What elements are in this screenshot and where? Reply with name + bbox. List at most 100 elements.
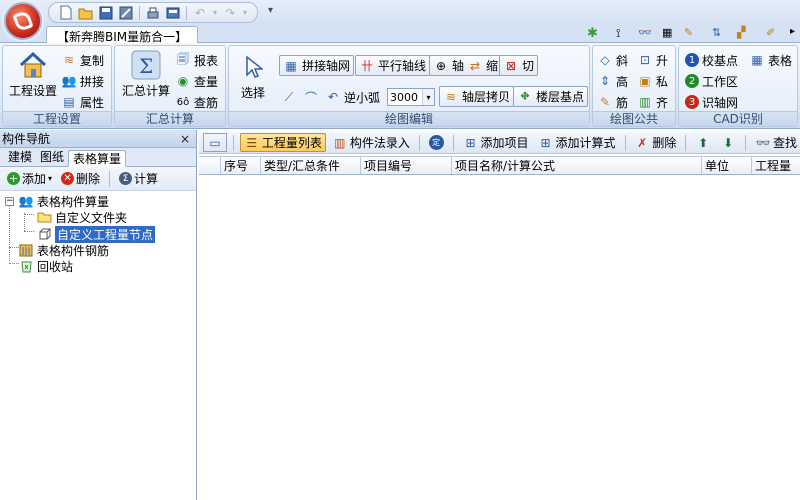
group-label: 绘图公共: [593, 111, 675, 126]
notes-icon[interactable]: ✎: [684, 26, 693, 39]
badge-3-icon: 3: [685, 95, 699, 109]
tree-node-table-components[interactable]: 👥 表格构件算量: [18, 193, 110, 209]
axis-button[interactable]: ⊕ 轴 ⇄ 缩: [429, 55, 503, 76]
window-icon: ▭: [209, 135, 221, 150]
group-label: 绘图编辑: [229, 111, 589, 126]
house-icon: [17, 50, 49, 80]
report-button[interactable]: 🗐 报表: [175, 50, 218, 70]
component-method-button[interactable]: ▥ 构件法录入: [329, 133, 413, 152]
tree-node-custom-folder[interactable]: 自定义文件夹: [36, 209, 127, 225]
quantity-grid-body[interactable]: [199, 175, 800, 500]
raise-button[interactable]: ⊡ 升: [637, 50, 668, 70]
ribbon-tab-main[interactable]: 【新奔腾BIM量筋合一】: [46, 26, 199, 44]
move-up-button[interactable]: ⬆: [692, 133, 714, 152]
cut-button[interactable]: ⊠ 切: [499, 55, 539, 76]
add-button[interactable]: + 添加 ▾: [4, 169, 55, 188]
column-header[interactable]: 项目编号: [361, 157, 452, 174]
tab-modeling[interactable]: 建模: [4, 149, 36, 166]
delete-button[interactable]: ✕ 删除: [58, 169, 103, 188]
main-delete-button[interactable]: ✗ 删除: [631, 133, 679, 152]
calculate-button[interactable]: Σ 计算: [116, 169, 161, 188]
tree-node-custom-quantity[interactable]: 自定义工程量节点: [36, 225, 156, 243]
scroll-right-icon[interactable]: ▸: [790, 26, 795, 37]
nav-toolbar: + 添加 ▾ ✕ 删除 Σ 计算: [0, 167, 196, 191]
column-header[interactable]: 项目名称/计算公式: [452, 157, 702, 174]
rebar-icon: ✎: [599, 95, 611, 109]
undo-icon[interactable]: ↶: [191, 4, 209, 21]
splice-button[interactable]: 👥 拼接: [61, 71, 105, 91]
brush-icon[interactable]: ✐: [766, 26, 775, 39]
collapse-toggle[interactable]: −: [5, 197, 14, 206]
check-quantity-icon: ◉: [177, 74, 189, 88]
plugin-icon[interactable]: ✱: [587, 26, 598, 41]
align-button[interactable]: ▥ 齐: [637, 92, 668, 112]
calendar-icon[interactable]: ▦: [662, 26, 672, 39]
save-as-icon[interactable]: [117, 4, 135, 21]
folder-icon: [36, 209, 52, 225]
arc-tool-button[interactable]: ⌒: [303, 87, 319, 107]
slope-button[interactable]: ◇ 斜: [597, 50, 628, 70]
chevron-down-icon[interactable]: ▾: [422, 89, 434, 105]
move-down-button[interactable]: ⬇: [717, 133, 739, 152]
engineering-settings-button[interactable]: 工程设置: [7, 50, 59, 99]
quantity-list-button[interactable]: ☰ 工程量列表: [239, 133, 326, 152]
recognize-axis-button[interactable]: 3 识轴网: [685, 92, 738, 112]
find-button[interactable]: 👓 查找: [752, 133, 800, 152]
work-area-button[interactable]: 2 工作区: [685, 71, 738, 91]
grid-icon[interactable]: ▞: [737, 26, 745, 39]
export-icon[interactable]: [164, 4, 182, 21]
properties-button[interactable]: ▤ 属性: [61, 92, 104, 112]
save-icon[interactable]: [97, 4, 115, 21]
table-button[interactable]: ▦ 表格: [749, 50, 792, 70]
check-quantity-button[interactable]: ◉ 查量: [175, 71, 218, 91]
redo-dropdown-icon[interactable]: ▾: [241, 4, 249, 21]
open-folder-icon[interactable]: [77, 4, 95, 21]
rebar-book-icon: [18, 242, 34, 258]
new-file-icon[interactable]: [57, 4, 75, 21]
tree-node-table-rebar[interactable]: 表格构件钢筋: [18, 242, 109, 258]
shrink-icon: ⇄: [469, 58, 481, 73]
rebar-button[interactable]: ✎ 筋: [597, 92, 628, 112]
close-icon[interactable]: ×: [180, 132, 190, 146]
add-formula-button[interactable]: ⊞ 添加计算式: [534, 133, 618, 152]
select-button[interactable]: 选择: [233, 52, 273, 101]
chevron-down-icon[interactable]: ▾: [48, 174, 52, 183]
column-header[interactable]: 序号: [221, 157, 261, 174]
column-header[interactable]: 工程量: [752, 157, 800, 174]
check-rebar-button[interactable]: 6ô 查筋: [175, 92, 218, 112]
add-item-button[interactable]: ⊞ 添加项目: [459, 133, 531, 152]
calibrate-base-point-button[interactable]: 1 校基点: [685, 50, 738, 70]
application-menu-button[interactable]: [4, 2, 42, 40]
quota-icon-button[interactable]: 定: [426, 133, 447, 152]
layout-icon[interactable]: ⇅: [712, 26, 721, 39]
nav-header: 构件导航 ×: [0, 130, 196, 148]
binoculars-icon[interactable]: 👓: [638, 26, 652, 39]
parallel-axis-button[interactable]: 卄 平行轴线: [355, 55, 431, 76]
summary-calc-button[interactable]: Σ 汇总计算: [117, 50, 175, 99]
column-header[interactable]: 单位: [702, 157, 752, 174]
copy-button[interactable]: ≋ 复制: [61, 50, 104, 70]
floor-base-point-button[interactable]: ⛖ 楼层基点: [513, 86, 589, 107]
arc-radius-combo[interactable]: 3000 ▾: [387, 88, 435, 106]
component-navigation-panel: 构件导航 × 建模 图纸 表格算量 + 添加 ▾ ✕ 删除 Σ 计算 − 👥 表…: [0, 130, 197, 500]
tab-table-quantity[interactable]: 表格算量: [68, 150, 127, 167]
height-button[interactable]: ⇕ 高: [597, 71, 628, 91]
private-button[interactable]: ▣ 私: [637, 71, 668, 91]
cursor-icon: [237, 52, 269, 82]
axis-layer-copy-button[interactable]: ≋ 轴层拷贝: [439, 86, 515, 107]
tab-drawings[interactable]: 图纸: [36, 149, 68, 166]
ribbon-tab-row: 【新奔腾BIM量筋合一】 ✱ ⟟ 👓 ▦ ✎ ⇅ ▞ ✐ ▸: [0, 26, 800, 44]
ruler-icon[interactable]: ⟟: [616, 26, 620, 41]
view-toggle-button[interactable]: ▭: [203, 133, 227, 152]
customize-qat-icon[interactable]: ▾: [268, 5, 273, 16]
row-header-corner: [199, 157, 221, 174]
splice-axis-grid-button[interactable]: ▦ 拼接轴网: [279, 55, 355, 76]
people-icon: 👥: [18, 194, 34, 208]
reverse-arc-button[interactable]: ↶ 逆小弧: [325, 87, 380, 107]
tree-node-recycle-bin[interactable]: 回收站: [18, 258, 73, 274]
column-header[interactable]: 类型/汇总条件: [261, 157, 361, 174]
print-icon[interactable]: [144, 4, 162, 21]
undo-dropdown-icon[interactable]: ▾: [211, 4, 219, 21]
line-tool-button[interactable]: ⟋: [281, 87, 297, 107]
redo-icon[interactable]: ↷: [221, 4, 239, 21]
